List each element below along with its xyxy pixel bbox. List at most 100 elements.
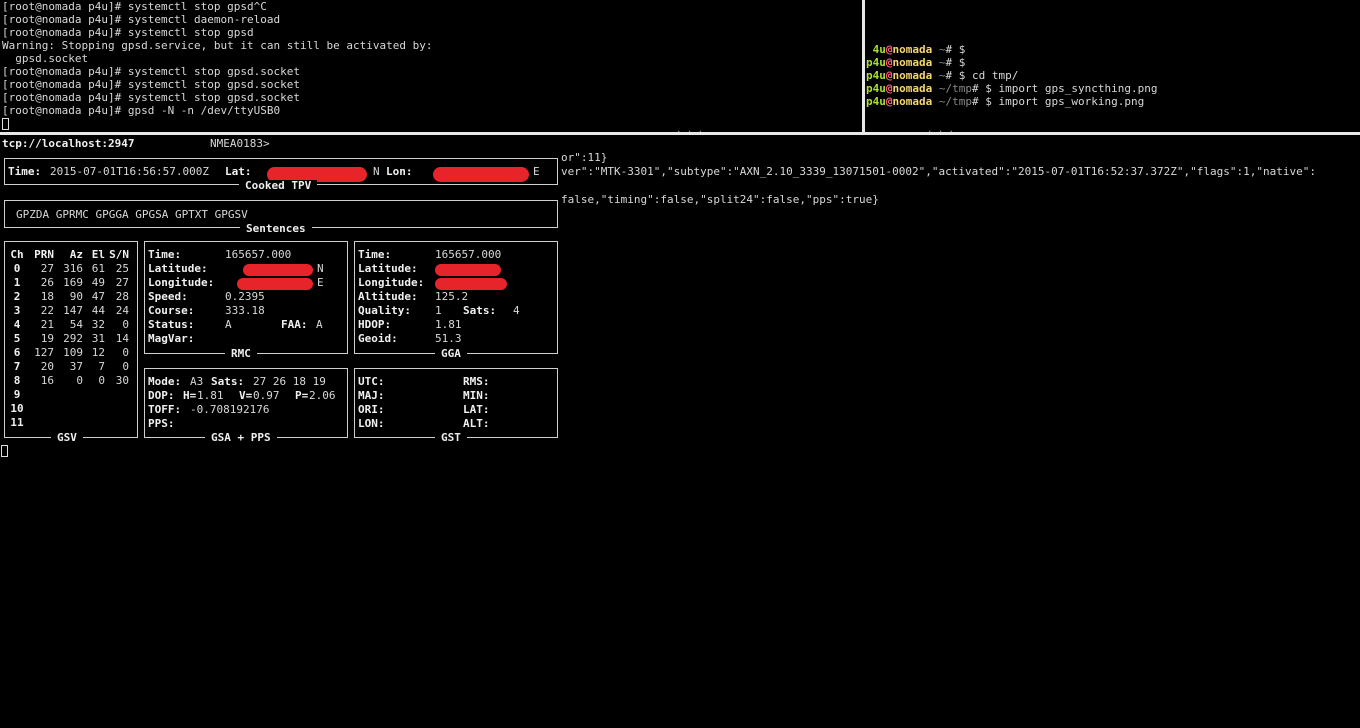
rmc-lat-label: Latitude:: [148, 262, 208, 275]
gsv-cell: 7: [98, 360, 105, 373]
prompt-path: ~: [932, 56, 946, 69]
gpsmon-driver: NMEA0183>: [210, 137, 270, 150]
rmc-time-label: Time:: [148, 248, 182, 261]
gsv-header-cell: 4: [13, 318, 21, 331]
gsa-h: 1.81: [197, 389, 224, 402]
json-line: [561, 179, 1360, 193]
redaction-mark: [237, 278, 313, 290]
terminal-line: [root@nomada p4u]# systemctl stop gpsd.s…: [2, 65, 301, 78]
gsv-header-cell: 1: [13, 276, 21, 289]
sentences-panel-title: Sentences: [240, 223, 312, 235]
rmc-course-label: Course:: [148, 304, 195, 317]
gsv-header-cell: 10: [10, 402, 24, 415]
gsv-header-cell: 11: [10, 416, 24, 429]
gsa-p-label: P=: [295, 389, 309, 402]
gsv-cell: 26: [40, 276, 54, 289]
gsv-cell: [107, 402, 129, 416]
gsv-cell: 20: [40, 360, 54, 373]
gpsmon-pane[interactable]: tcp://localhost:2947 NMEA0183> Time: 201…: [0, 136, 1360, 728]
gsa-sats: 27 26 18 19: [253, 375, 326, 388]
gsv-cell: 0: [98, 374, 105, 387]
prompt-command: $ import gps_working.png: [985, 95, 1145, 108]
gsv-header-cell: 9: [13, 388, 21, 401]
terminal-line: [root@nomada p4u]# systemctl stop gpsd.s…: [2, 91, 301, 104]
prompt-path: ~: [932, 69, 946, 82]
terminal-cursor: [1, 445, 8, 457]
gsv-cell: 169: [63, 276, 83, 289]
gst-ori-label: ORI:: [358, 403, 385, 416]
prompt-host: nomada: [892, 43, 933, 56]
rmc-lon-label: Longitude:: [148, 276, 215, 289]
redaction-mark: [433, 167, 529, 182]
redaction-mark: [435, 278, 507, 290]
json-line: false,"timing":false,"split24":false,"pp…: [561, 193, 879, 206]
gst-panel-title: GST: [435, 432, 467, 444]
pane-divider-horizontal[interactable]: [0, 132, 1360, 135]
gst-rms-label: RMS:: [463, 375, 490, 388]
shell-prompt-line: p4u@nomada ~/tmp# $ import gps_working.p…: [866, 95, 1360, 108]
gsv-cell: [87, 402, 105, 416]
tpv-lat-hemi: N: [373, 165, 380, 178]
gsv-header-cell: 0: [13, 262, 21, 275]
gsv-cell: 27: [40, 262, 54, 275]
gsa-v: 0.97: [253, 389, 280, 402]
json-line: or":11}: [561, 151, 608, 164]
gsv-header-cell: PRN: [34, 248, 54, 261]
prompt-user: p4u: [866, 56, 886, 69]
terminal-output: [root@nomada p4u]# systemctl stop gpsd^C…: [2, 0, 860, 117]
gsv-cell: 90: [69, 290, 83, 303]
rmc-faa: A: [316, 318, 323, 331]
terminal-pane-top-left[interactable]: [root@nomada p4u]# systemctl stop gpsd^C…: [2, 0, 860, 132]
gga-geoid-label: Geoid:: [358, 332, 398, 345]
gsv-cell: [107, 388, 129, 402]
prompt-symbol: #: [972, 95, 986, 108]
tpv-time: 2015-07-01T16:56:57.000Z: [50, 165, 209, 178]
rmc-panel-title: RMC: [225, 348, 257, 360]
prompt-command: $ import gps_syncthing.png: [985, 82, 1158, 95]
gsv-cell: 37: [69, 360, 83, 373]
prompt-at-sign: @: [885, 82, 893, 95]
pane-divider-vertical[interactable]: [862, 0, 865, 133]
tpv-panel-title: Cooked TPV: [239, 180, 318, 192]
prompt-user: p4u: [866, 82, 886, 95]
rmc-panel: Time: 165657.000 Latitude: N Longitude: …: [144, 241, 348, 360]
gsv-cell: [87, 416, 105, 430]
gsv-cell: 0: [122, 318, 129, 331]
gsv-header-cell: 7: [13, 360, 21, 373]
gsv-cell: 21: [40, 318, 54, 331]
gsv-cell: [30, 416, 54, 430]
rmc-course: 333.18: [225, 304, 265, 317]
gst-maj-label: MAJ:: [358, 389, 385, 402]
gsv-cell: [63, 388, 83, 402]
prompt-path: ~/tmp: [932, 95, 972, 108]
gga-sats: 4: [513, 304, 520, 317]
shell-prompt-line: p4u@nomada ~# $ cd tmp/: [866, 69, 1360, 82]
gsv-cell: 31: [91, 332, 105, 345]
gga-alt-label: Altitude:: [358, 290, 418, 303]
gsa-mode-label: Mode:: [148, 375, 182, 388]
gsv-cell: [30, 402, 54, 416]
gsv-panel: Ch PRN Az El S/N 0 27 316 61 25 1 26 169 49 27 2 18 90 47 2…: [4, 241, 138, 444]
tpv-lat-label: Lat:: [225, 165, 252, 178]
gsv-header-cell: Az: [69, 248, 83, 261]
prompt-command: $ cd tmp/: [958, 69, 1019, 82]
rmc-magvar-label: MagVar:: [148, 332, 195, 345]
shell-prompt-line: 4u@nomada ~# $: [866, 43, 1360, 56]
gga-lon-label: Longitude:: [358, 276, 425, 289]
gga-time: 165657.000: [435, 248, 502, 261]
gga-lat-label: Latitude:: [358, 262, 418, 275]
gst-utc-label: UTC:: [358, 375, 385, 388]
prompt-path: ~: [932, 43, 946, 56]
terminal-line: [root@nomada p4u]# systemctl daemon-relo…: [2, 13, 281, 26]
gsa-toff-label: TOFF:: [148, 403, 182, 416]
gga-panel: Time: 165657.000 Latitude: Longitude: Al…: [354, 241, 558, 360]
gsv-cell: 61: [91, 262, 105, 275]
gsv-cell: 25: [115, 262, 129, 275]
gga-panel-title: GGA: [435, 348, 467, 360]
gsa-pps-label: PPS:: [148, 417, 175, 430]
terminal-pane-top-right[interactable]: 4u@nomada ~# $ p4u@nomada ~# $ p4u@nomada …: [866, 43, 1360, 131]
gsv-header-cell: 2: [13, 290, 21, 303]
gsv-cell: 147: [63, 304, 83, 317]
tpv-lon-hemi: E: [533, 165, 540, 178]
gsv-cell: 27: [115, 276, 129, 289]
